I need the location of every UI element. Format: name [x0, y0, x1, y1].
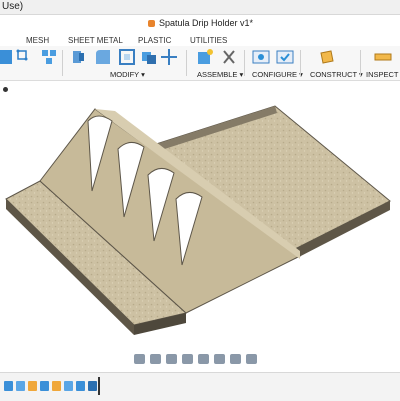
tab-sheet-metal[interactable]: SHEET METAL	[68, 36, 123, 45]
pan-icon[interactable]	[166, 354, 177, 364]
grid-settings-icon[interactable]	[230, 354, 241, 364]
group-configure-label[interactable]: CONFIGURE ▾	[252, 70, 303, 79]
shell-icon[interactable]	[118, 48, 136, 66]
zoom-icon[interactable]	[182, 354, 193, 364]
ribbon-tabs: MESH SHEET METAL PLASTIC UTILITIES	[0, 36, 400, 46]
timeline-feature[interactable]	[88, 381, 97, 391]
timeline-feature[interactable]	[76, 381, 85, 391]
window-title-fragment: Use)	[2, 1, 24, 12]
document-title: Spatula Drip Holder v1*	[159, 18, 254, 28]
timeline-feature[interactable]	[4, 381, 13, 391]
joint-icon[interactable]	[220, 48, 238, 66]
model-view[interactable]	[0, 81, 400, 371]
group-inspect-label[interactable]: INSPECT ▾	[366, 70, 400, 79]
pattern-tool-icon[interactable]	[40, 48, 58, 66]
move-icon[interactable]	[160, 48, 178, 66]
new-component-icon[interactable]	[196, 48, 214, 66]
timeline-bar	[0, 372, 400, 401]
mesh-tool-icon[interactable]	[16, 48, 34, 66]
fillet-icon[interactable]	[94, 48, 112, 66]
timeline-feature[interactable]	[28, 381, 37, 391]
combine-icon[interactable]	[140, 48, 158, 66]
measure-icon[interactable]	[374, 48, 392, 66]
ribbon-separator	[300, 50, 301, 76]
timeline-marker[interactable]	[98, 377, 100, 395]
window-titlebar: Use)	[0, 0, 400, 15]
offset-plane-icon[interactable]	[318, 48, 336, 66]
configure-table-icon[interactable]	[252, 48, 270, 66]
display-settings-icon[interactable]	[214, 354, 225, 364]
group-assemble-label[interactable]: ASSEMBLE ▾	[197, 70, 243, 79]
configure-check-icon[interactable]	[276, 48, 294, 66]
toolbar-ribbon: MODIFY ▾ ASSEMBLE ▾ CONFIGURE ▾ CONSTRUC…	[0, 46, 400, 81]
document-icon	[148, 19, 155, 27]
viewport-canvas[interactable]	[0, 81, 400, 371]
document-tab[interactable]: Spatula Drip Holder v1*	[148, 18, 253, 28]
timeline-feature[interactable]	[52, 381, 61, 391]
tab-plastic[interactable]: PLASTIC	[138, 36, 171, 45]
navigation-bar	[134, 352, 274, 366]
browser-toggle-icon[interactable]	[3, 87, 8, 92]
timeline-feature[interactable]	[64, 381, 73, 391]
timeline-feature[interactable]	[16, 381, 25, 391]
look-at-icon[interactable]	[150, 354, 161, 364]
ribbon-separator	[244, 50, 245, 76]
fit-icon[interactable]	[198, 354, 209, 364]
ribbon-separator	[186, 50, 187, 76]
tab-mesh[interactable]: MESH	[26, 36, 49, 45]
ribbon-separator	[62, 50, 63, 76]
press-pull-icon[interactable]	[70, 48, 88, 66]
group-construct-label[interactable]: CONSTRUCT ▾	[310, 70, 363, 79]
timeline-feature[interactable]	[40, 381, 49, 391]
orbit-icon[interactable]	[134, 354, 145, 364]
group-modify-label[interactable]: MODIFY ▾	[110, 70, 145, 79]
ribbon-separator	[360, 50, 361, 76]
tab-utilities[interactable]: UTILITIES	[190, 36, 227, 45]
viewports-icon[interactable]	[246, 354, 257, 364]
